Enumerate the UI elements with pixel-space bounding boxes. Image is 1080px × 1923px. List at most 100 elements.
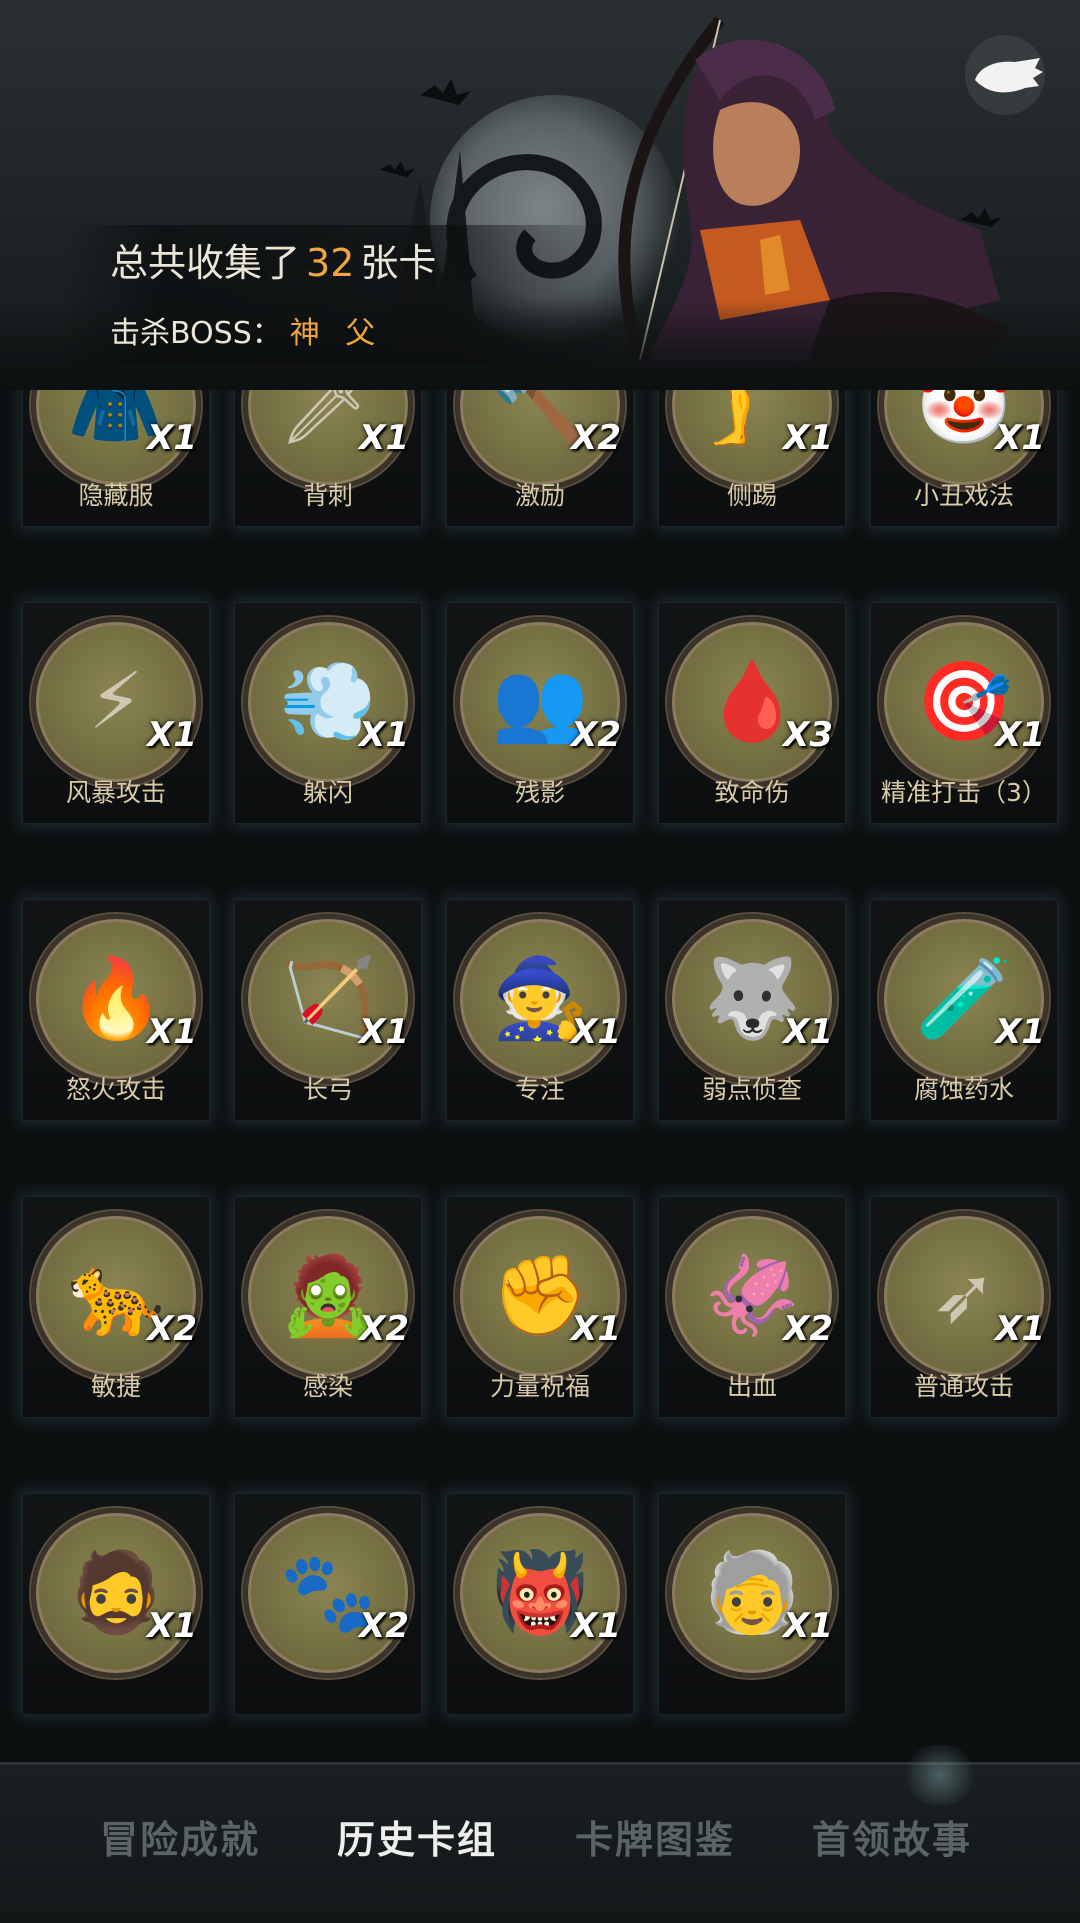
card-count: X1 xyxy=(571,1012,621,1052)
tab-history-deck[interactable]: 历史卡组 xyxy=(312,1805,522,1875)
card-count: X1 xyxy=(995,418,1045,458)
card-medal: 🐆 xyxy=(31,1211,201,1381)
tab-card-codex[interactable]: 卡牌图鉴 xyxy=(550,1805,760,1875)
card-medal: 👹 xyxy=(455,1508,625,1678)
card-count: X1 xyxy=(147,1012,197,1052)
card-item[interactable]: 👹 X1 xyxy=(446,1493,634,1715)
card-count: X1 xyxy=(571,1606,621,1646)
boss-label: 击杀BOSS： xyxy=(110,316,282,351)
total-count: 32 xyxy=(306,241,355,285)
card-name: 腐蚀药水 xyxy=(913,1075,1014,1104)
card-item[interactable]: 🧥 X1 隐藏服 xyxy=(22,390,210,527)
potion-icon: 🧪 xyxy=(915,954,1013,1044)
card-medal: ➶ xyxy=(879,1211,1049,1381)
card-item[interactable]: 🤡 X1 小丑戏法 xyxy=(870,390,1058,527)
card-count: X1 xyxy=(571,1309,621,1349)
card-item[interactable]: 🗡 X1 背刺 xyxy=(234,390,422,527)
card-count: X1 xyxy=(147,715,197,755)
card-name: 敏捷 xyxy=(90,1372,141,1401)
tab-adventure-achievements[interactable]: 冒险成就 xyxy=(75,1805,285,1875)
old-priest-icon: 🧓 xyxy=(703,1548,801,1638)
card-name: 长弓 xyxy=(302,1075,353,1104)
card-count: X2 xyxy=(359,1606,409,1646)
card-item[interactable]: 🎯 X1 精准打击（3） xyxy=(870,602,1058,824)
card-medal: 🐺 xyxy=(667,914,837,1084)
card-name: 背刺 xyxy=(302,481,353,510)
card-item[interactable]: 👥 X2 残影 xyxy=(446,602,634,824)
card-medal: 🔥 xyxy=(31,914,201,1084)
fire-slash-icon: 🔥 xyxy=(67,954,165,1044)
card-item[interactable]: 🐾 X2 xyxy=(234,1493,422,1715)
card-name: 致命伤 xyxy=(714,778,790,807)
card-name: 感染 xyxy=(302,1372,353,1401)
card-count: X2 xyxy=(359,1309,409,1349)
card-count: X1 xyxy=(147,1606,197,1646)
card-item[interactable]: ➶ X1 普通攻击 xyxy=(870,1196,1058,1418)
card-item[interactable]: 🩸 X3 致命伤 xyxy=(658,602,846,824)
card-item[interactable]: 🔨 X2 激励 xyxy=(446,390,634,527)
card-item[interactable]: 🔥 X1 怒火攻击 xyxy=(22,899,210,1121)
total-suffix: 张卡 xyxy=(360,241,437,285)
wizard-icon: 🧙 xyxy=(491,954,589,1044)
lightning-icon: ⚡ xyxy=(88,657,144,747)
card-item[interactable]: 🧙 X1 专注 xyxy=(446,899,634,1121)
panther-icon: 🐆 xyxy=(67,1251,165,1341)
werewolf-icon: 🐾 xyxy=(279,1548,377,1638)
total-collected-text: 总共收集了 32 张卡 xyxy=(110,232,436,287)
troll-face-icon: 👹 xyxy=(491,1548,589,1638)
card-count: X1 xyxy=(995,1012,1045,1052)
card-grid[interactable]: 🧥 X1 隐藏服 🗡 X1 背刺 🔨 X2 激励 🦵 X1 侧踢 🤡 X1 小丑戏法 ⚡ X1 风暴攻击 💨 X1 躲闪… xyxy=(0,390,1080,1750)
card-name: 力量祝福 xyxy=(489,1372,590,1401)
total-prefix: 总共收集了 xyxy=(110,241,301,285)
card-item[interactable]: 🧓 X1 xyxy=(658,1493,846,1715)
sparkle-decoration xyxy=(900,1745,980,1805)
card-name: 专注 xyxy=(514,1075,565,1104)
card-count: X2 xyxy=(571,418,621,458)
target-icon: 🎯 xyxy=(915,657,1013,747)
card-item[interactable]: 🐺 X1 弱点侦查 xyxy=(658,899,846,1121)
card-medal: 🦑 xyxy=(667,1211,837,1381)
fist-icon: ✊ xyxy=(491,1251,589,1341)
arrow-strike-icon: ➶ xyxy=(931,1251,997,1341)
infected-goblin-icon: 🧟 xyxy=(279,1251,377,1341)
header-banner: 总共收集了 32 张卡 击杀BOSS：神 父 xyxy=(0,0,1080,385)
card-count: X1 xyxy=(995,715,1045,755)
dodge-icon: 💨 xyxy=(279,657,377,747)
card-item[interactable]: ✊ X1 力量祝福 xyxy=(446,1196,634,1418)
card-name: 出血 xyxy=(726,1372,777,1401)
card-name: 小丑戏法 xyxy=(913,481,1014,510)
card-item[interactable]: 💨 X1 躲闪 xyxy=(234,602,422,824)
card-item[interactable]: 🐆 X2 敏捷 xyxy=(22,1196,210,1418)
dagger-blood-icon: 🩸 xyxy=(703,657,801,747)
card-medal: 🩸 xyxy=(667,617,837,787)
card-item[interactable]: ⚡ X1 风暴攻击 xyxy=(22,602,210,824)
card-name: 精准打击（3） xyxy=(881,778,1047,807)
card-medal: 🧔 xyxy=(31,1508,201,1678)
card-name: 风暴攻击 xyxy=(65,778,166,807)
card-count: X1 xyxy=(359,418,409,458)
card-item[interactable]: 🏹 X1 长弓 xyxy=(234,899,422,1121)
boss-name: 神 父 xyxy=(289,316,384,351)
card-item[interactable]: 🧟 X2 感染 xyxy=(234,1196,422,1418)
card-name: 侧踢 xyxy=(726,481,777,510)
card-medal: 🧓 xyxy=(667,1508,837,1678)
card-count: X2 xyxy=(147,1309,197,1349)
bottom-tab-bar: 冒险成就 历史卡组 卡牌图鉴 首领故事 xyxy=(0,1745,1080,1923)
card-item[interactable]: 🦑 X2 出血 xyxy=(658,1196,846,1418)
card-name: 怒火攻击 xyxy=(65,1075,166,1104)
card-item[interactable]: 🦵 X1 侧踢 xyxy=(658,390,846,527)
card-item[interactable]: 🧪 X1 腐蚀药水 xyxy=(870,899,1058,1121)
card-name: 残影 xyxy=(514,778,565,807)
card-medal: 🐾 xyxy=(243,1508,413,1678)
card-item[interactable]: 🧔 X1 xyxy=(22,1493,210,1715)
tab-boss-story[interactable]: 首领故事 xyxy=(787,1805,997,1875)
card-name: 激励 xyxy=(514,481,565,510)
back-button[interactable] xyxy=(955,30,1055,120)
bleeding-creature-icon: 🦑 xyxy=(703,1251,801,1341)
card-count: X1 xyxy=(783,418,833,458)
card-name: 普通攻击 xyxy=(913,1372,1014,1401)
card-count: X2 xyxy=(783,1309,833,1349)
card-medal: 💨 xyxy=(243,617,413,787)
shadow-clones-icon: 👥 xyxy=(491,657,589,747)
glove-back-icon xyxy=(965,35,1045,115)
